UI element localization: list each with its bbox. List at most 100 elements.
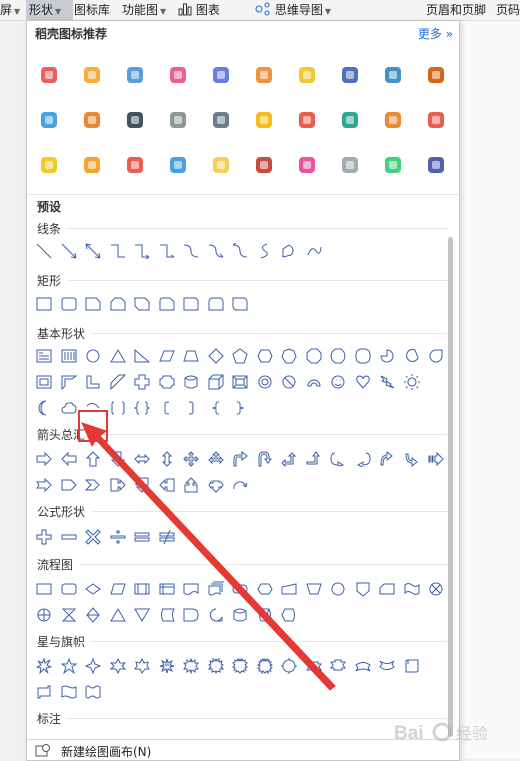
flowchart-internal-storage-shape[interactable] [159, 581, 175, 597]
stock-candle-icon[interactable] [425, 154, 447, 176]
block-arc-shape[interactable] [306, 374, 322, 390]
flowchart-connector-shape[interactable] [330, 581, 346, 597]
flowchart-delay-shape[interactable] [183, 607, 199, 623]
striped-right-arrow-shape[interactable] [428, 451, 444, 467]
lightbulb-icon[interactable] [81, 64, 103, 86]
oval-shape[interactable] [85, 348, 101, 364]
document-icon[interactable] [339, 64, 361, 86]
team-icon[interactable] [296, 109, 318, 131]
multiply-shape[interactable] [85, 529, 101, 545]
ribbon-up-shape[interactable] [305, 658, 322, 674]
division-shape[interactable] [110, 529, 126, 545]
round-diagonal-rectangle-shape[interactable] [232, 296, 248, 312]
freeform-shape[interactable] [281, 243, 297, 259]
explosion1-shape[interactable] [36, 658, 52, 674]
right-arrow-callout-shape[interactable] [110, 477, 126, 493]
moon-shape[interactable] [36, 400, 52, 416]
star6-shape[interactable] [109, 658, 126, 674]
star10-shape[interactable] [183, 658, 199, 674]
curved-arrow-shape[interactable] [208, 243, 224, 259]
toolbar-item-page-number[interactable]: 页码 [496, 0, 520, 20]
flowchart-merge-shape[interactable] [134, 607, 150, 623]
star24-shape[interactable] [256, 658, 273, 674]
curved-left-arrow-shape[interactable] [355, 451, 371, 467]
quad-arrow-shape[interactable] [183, 451, 199, 467]
can-shape[interactable] [183, 374, 199, 390]
minus-shape[interactable] [61, 529, 77, 545]
pencil-icon[interactable] [167, 154, 189, 176]
flowchart-summing-junction-shape[interactable] [428, 581, 444, 597]
donut-shape[interactable] [257, 374, 273, 390]
toolbar-item-mindmap[interactable]: 思维导图 ▼ [255, 0, 331, 20]
elbow-double-arrow-shape[interactable] [159, 243, 175, 259]
laptop-icon[interactable] [124, 64, 146, 86]
flowchart-direct-access-shape[interactable] [257, 607, 273, 623]
document-canvas[interactable] [460, 21, 520, 759]
flowchart-card-shape[interactable] [379, 581, 395, 597]
heart-shape[interactable] [355, 374, 371, 390]
browser-icon[interactable] [167, 109, 189, 131]
toolbar-item-chart[interactable]: 图表 [178, 0, 220, 20]
flags-icon[interactable] [382, 154, 404, 176]
half-frame-shape[interactable] [61, 374, 77, 390]
u-turn-arrow-shape[interactable] [257, 451, 273, 467]
down-arrow-shape[interactable] [110, 451, 126, 467]
flowchart-preparation-shape[interactable] [256, 581, 273, 597]
up-down-arrow-shape[interactable] [159, 451, 175, 467]
star8-shape[interactable] [159, 658, 175, 674]
flowchart-decision-shape[interactable] [85, 581, 101, 597]
chord-shape[interactable] [404, 348, 420, 364]
notched-right-arrow-shape[interactable] [36, 477, 52, 493]
flowchart-manual-operation-shape[interactable] [305, 581, 322, 597]
up-arrow-shape[interactable] [85, 451, 101, 467]
star7-shape[interactable] [134, 658, 150, 674]
flowchart-predefined-process-shape[interactable] [134, 581, 150, 597]
rounded-rectangle-shape[interactable] [61, 296, 77, 312]
flowchart-collate-shape[interactable] [61, 607, 77, 623]
frame-shape[interactable] [36, 374, 52, 390]
right-arrow-shape[interactable] [36, 451, 52, 467]
left-right-arrow-shape[interactable] [134, 451, 150, 467]
vertical-text-box-shape[interactable] [61, 348, 77, 364]
flowchart-document-shape[interactable] [183, 581, 199, 597]
elbow-connector-shape[interactable] [110, 243, 126, 259]
flowchart-data-shape[interactable] [109, 581, 126, 597]
notebook-icon[interactable] [81, 154, 103, 176]
double-arrow-line-shape[interactable] [85, 243, 101, 259]
curved-ribbon-up-shape[interactable] [354, 658, 371, 674]
flowchart-sequential-access-shape[interactable] [208, 607, 224, 623]
diagonal-stripe-shape[interactable] [110, 374, 126, 390]
cloud-shape[interactable] [60, 400, 77, 416]
left-bracket-shape[interactable] [159, 400, 175, 416]
dna-icon[interactable] [296, 154, 318, 176]
curved-down-arrow-shape[interactable] [404, 451, 420, 467]
toolbar-item-shapes[interactable]: 形状 ▼ [26, 0, 73, 20]
flowchart-terminator-shape[interactable] [232, 581, 248, 597]
round-one-corner-rectangle-shape[interactable] [183, 296, 199, 312]
trophy-icon[interactable] [296, 64, 318, 86]
left-right-up-arrow-shape[interactable] [207, 451, 224, 467]
plus-shape[interactable] [36, 529, 52, 545]
wave-shape[interactable] [61, 684, 77, 700]
star12-shape[interactable] [207, 658, 224, 674]
flowchart-alternate-process-shape[interactable] [61, 581, 77, 597]
toolbar-item-icon-library[interactable]: 图标库 [74, 0, 110, 20]
pentagon-arrow-shape[interactable] [61, 477, 77, 493]
star32-shape[interactable] [281, 658, 297, 674]
star4-shape[interactable] [85, 658, 101, 674]
flowchart-stored-data-shape[interactable] [159, 607, 175, 623]
double-brace-shape[interactable] [134, 400, 150, 416]
snip-round-rectangle-shape[interactable] [159, 296, 175, 312]
not-equal-shape[interactable] [159, 529, 175, 545]
toolbar-item-screen[interactable]: 屏 ▼ [0, 0, 20, 20]
box-icon[interactable] [425, 109, 447, 131]
curved-right-arrow-shape[interactable] [330, 451, 346, 467]
octagon-shape[interactable] [306, 348, 322, 364]
up-arrow-callout-shape[interactable] [183, 477, 199, 493]
idea-head-icon[interactable] [253, 109, 275, 131]
curve-shape[interactable] [257, 243, 273, 259]
right-triangle-shape[interactable] [134, 348, 150, 364]
padlock-icon[interactable] [253, 64, 275, 86]
cube-shape[interactable] [208, 374, 224, 390]
heart-pulse-icon[interactable] [167, 64, 189, 86]
